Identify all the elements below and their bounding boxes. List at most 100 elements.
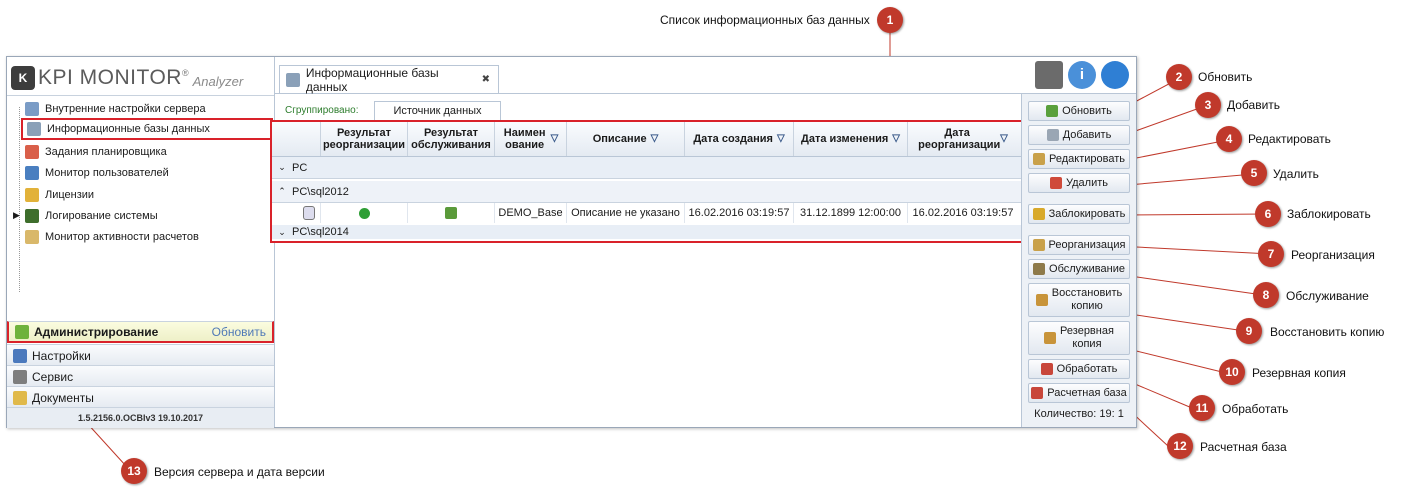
table-row[interactable]: DEMO_Base Описание не указано 16.02.2016… <box>272 203 1021 223</box>
tree-item-activity-monitor[interactable]: Монитор активности расчетов <box>25 227 199 247</box>
grid-header: Результат реорганизации Результат обслуж… <box>272 122 1021 157</box>
tree-item-label: Внутренние настройки сервера <box>45 103 206 115</box>
calc-base-button[interactable]: Расчетная база <box>1028 383 1130 403</box>
restore-icon <box>1035 294 1048 306</box>
calc-base-icon <box>1031 387 1044 399</box>
chevron-down-icon[interactable]: ⌄ <box>272 162 292 173</box>
calendar-icon <box>25 145 39 159</box>
tree-guide-line <box>19 107 20 292</box>
info-icon[interactable]: i <box>1068 61 1096 89</box>
annotation-badge-5: 5 <box>1241 160 1267 186</box>
tree-item-databases[interactable]: Информационные базы данных <box>21 118 273 140</box>
activity-icon <box>25 230 39 244</box>
nav-settings-label: Настройки <box>32 348 91 363</box>
power-icon[interactable] <box>1101 61 1129 89</box>
group-row-pc[interactable]: ⌄ PC <box>272 157 1021 179</box>
reorganize-button[interactable]: Реорганизация <box>1028 235 1130 255</box>
tab-databases[interactable]: Информационные базы данных ✖ <box>279 65 499 94</box>
logo-registered: ® <box>181 68 189 78</box>
nav-settings[interactable]: Настройки <box>7 344 274 366</box>
server-settings-icon <box>25 102 39 116</box>
annotation-label-5: Удалить <box>1273 167 1319 181</box>
annotation-label-9: Восстановить копию <box>1270 325 1385 339</box>
refresh-button[interactable]: Обновить <box>1028 101 1130 121</box>
tree-item-label: Задания планировщика <box>45 146 167 158</box>
edit-button[interactable]: Редактировать <box>1028 149 1130 169</box>
tree-item-label: Монитор активности расчетов <box>45 231 199 243</box>
tree-item-user-monitor[interactable]: Монитор пользователей <box>25 163 169 183</box>
nav-documents[interactable]: Документы <box>7 386 274 408</box>
record-count: Количество: 19: 1 <box>1034 408 1124 420</box>
filter-icon[interactable]: ▽ <box>892 133 900 145</box>
documents-icon <box>13 390 27 405</box>
lock-button[interactable]: Заблокировать <box>1028 204 1130 224</box>
main-window: K KPI MONITOR ® Analyzer Внутренние наст… <box>6 56 1137 428</box>
service-status-icon <box>408 203 495 223</box>
delete-icon <box>1050 177 1062 189</box>
process-icon <box>1040 363 1053 375</box>
annotation-label-1: Список информационных баз данных <box>660 13 870 27</box>
create-backup-button[interactable]: Резервная копия <box>1028 321 1130 355</box>
database-grid: Результат реорганизации Результат обслуж… <box>270 120 1023 243</box>
annotation-label-3: Добавить <box>1227 98 1281 112</box>
expand-arrow-icon[interactable]: ▶ <box>13 210 20 221</box>
logo-subtitle: Analyzer <box>192 73 244 89</box>
filter-icon[interactable]: ▽ <box>777 133 785 145</box>
annotation-label-4: Редактировать <box>1248 132 1331 146</box>
tree-item-server-settings[interactable]: Внутренние настройки сервера <box>25 99 206 119</box>
annotation-label-10: Резервная копия <box>1252 366 1346 380</box>
nav-admin-label: Администрирование <box>34 324 159 339</box>
user-profile-icon[interactable] <box>1035 61 1063 89</box>
header-reorg-result[interactable]: Результат реорганизации <box>321 122 408 156</box>
header-reorganized[interactable]: Дата реорганизации ▽ <box>908 122 1018 156</box>
process-button[interactable]: Обработать <box>1028 359 1130 379</box>
nav-documents-label: Документы <box>32 390 94 405</box>
reorg-status-ok-icon <box>321 203 408 223</box>
annotation-badge-2: 2 <box>1166 64 1192 90</box>
header-service-result[interactable]: Результат обслуживания <box>408 122 495 156</box>
tree-item-system-log[interactable]: Логирование системы <box>25 206 158 226</box>
nav-service[interactable]: Сервис <box>7 365 274 387</box>
close-icon[interactable]: ✖ <box>482 74 490 85</box>
service-button[interactable]: Обслуживание <box>1028 259 1130 279</box>
cell-modified: 31.12.1899 12:00:00 <box>794 203 908 223</box>
chevron-up-icon[interactable]: ⌃ <box>272 186 292 197</box>
annotation-badge-11: 11 <box>1189 395 1215 421</box>
filter-icon[interactable]: ▽ <box>651 133 659 145</box>
cell-reorganized: 16.02.2016 03:19:57 <box>912 207 1014 219</box>
settings-icon <box>13 348 27 363</box>
log-icon <box>25 209 39 223</box>
tree-item-label: Логирование системы <box>45 210 158 222</box>
filter-icon[interactable]: ▽ <box>551 133 559 145</box>
header-modified[interactable]: Дата изменения ▽ <box>794 122 908 156</box>
header-created[interactable]: Дата создания ▽ <box>685 122 794 156</box>
group-row-sql2014[interactable]: ⌄ PC\sql2014 <box>272 225 1021 239</box>
edit-icon <box>1033 153 1045 165</box>
add-button[interactable]: Добавить <box>1028 125 1130 145</box>
chevron-down-icon[interactable]: ⌄ <box>272 227 292 238</box>
cell-description: Описание не указано <box>567 203 685 223</box>
restore-backup-button[interactable]: Восстановить копию <box>1028 283 1130 317</box>
annotation-label-7: Реорганизация <box>1291 248 1375 262</box>
header-name[interactable]: Наимен ование ▽ <box>495 122 567 156</box>
grouping-label: Сгруппировано: <box>285 105 359 116</box>
backup-icon <box>1044 332 1057 344</box>
app-logo: K KPI MONITOR ® Analyzer <box>11 63 243 93</box>
annotation-badge-6: 6 <box>1255 201 1281 227</box>
nav-administration[interactable]: Администрирование Обновить <box>7 321 274 343</box>
logo-mark: K <box>11 66 35 90</box>
delete-button[interactable]: Удалить <box>1028 173 1130 193</box>
group-chip-source[interactable]: Источник данных <box>374 101 501 120</box>
tab-label: Информационные базы данных <box>305 65 439 94</box>
tree-item-scheduler[interactable]: Задания планировщика <box>25 142 167 162</box>
group-row-sql2012[interactable]: ⌃ PC\sql2012 <box>272 181 1021 203</box>
annotation-label-8: Обслуживание <box>1286 289 1369 303</box>
tree-item-licenses[interactable]: Лицензии <box>25 185 94 205</box>
reorganize-icon <box>1032 239 1045 251</box>
header-description[interactable]: Описание ▽ <box>567 122 685 156</box>
tree-item-label: Информационные базы данных <box>47 123 210 135</box>
cell-name: DEMO_Base <box>495 203 567 223</box>
nav-admin-refresh-link[interactable]: Обновить <box>212 325 266 339</box>
add-icon <box>1046 129 1059 141</box>
filter-icon[interactable]: ▽ <box>1000 133 1008 145</box>
